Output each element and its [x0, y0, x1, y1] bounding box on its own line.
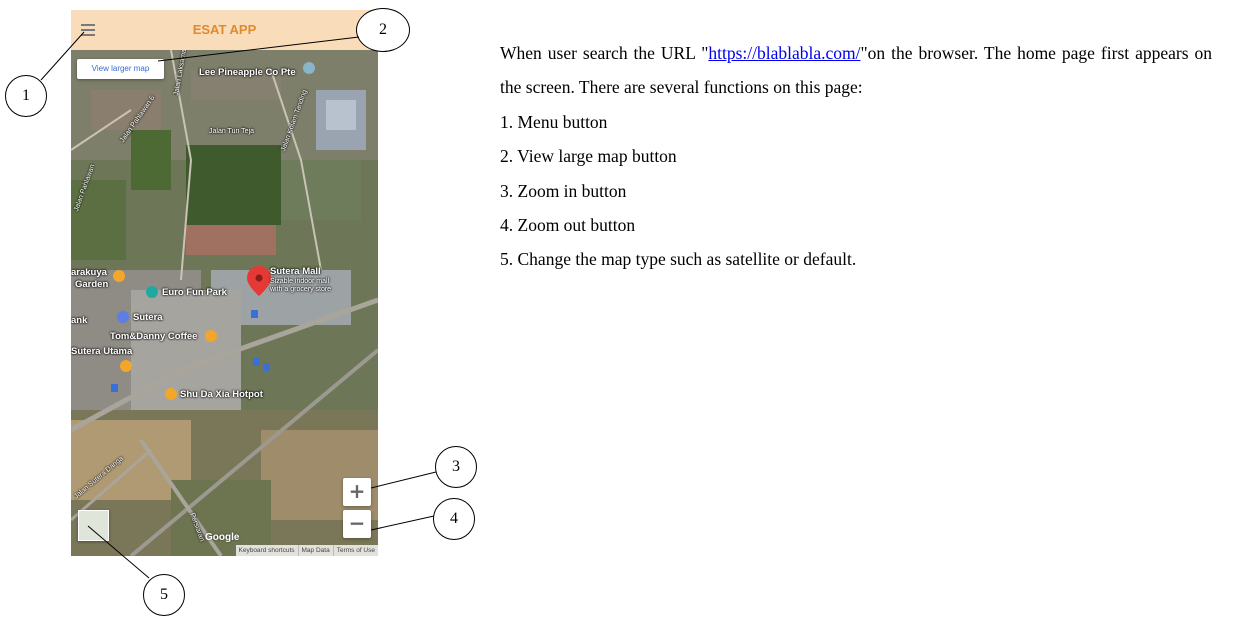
zoom-out-button[interactable]: −: [343, 510, 371, 538]
place-label[interactable]: Tom&Danny Coffee: [110, 331, 197, 342]
place-label[interactable]: Euro Fun Park: [162, 287, 227, 298]
place-label[interactable]: arakuya: [71, 267, 107, 278]
callout-4: 4: [433, 498, 475, 540]
place-label[interactable]: Sutera Mall: [270, 266, 321, 277]
list-item: 4. Zoom out button: [500, 215, 636, 236]
list-item: 3. Zoom in button: [500, 180, 627, 201]
description-intro: When user search the URL "https://blabla…: [500, 43, 1212, 98]
place-label[interactable]: Lee Pineapple Co Pte: [199, 67, 296, 78]
map-data-link[interactable]: Map Data: [297, 545, 333, 556]
list-item: 5. Change the map type such as satellite…: [500, 249, 857, 270]
figure-stage: ESAT APP View larger map Lee Pineapple C…: [0, 0, 1240, 625]
list-item: 1. Menu button: [500, 111, 608, 132]
app-title: ESAT APP: [192, 22, 257, 37]
list-item: 2. View large map button: [500, 146, 677, 167]
keyboard-shortcuts-link[interactable]: Keyboard shortcuts: [236, 545, 298, 556]
view-larger-map-button[interactable]: View larger map: [77, 59, 164, 79]
place-description: with a grocery store: [270, 286, 332, 293]
place-label[interactable]: Garden: [75, 279, 108, 290]
map-attribution: Keyboard shortcuts Map Data Terms of Use: [235, 545, 378, 556]
app-header: ESAT APP: [71, 10, 378, 50]
place-label[interactable]: Shu Da Xia Hotpot: [180, 389, 263, 400]
terms-of-use-link[interactable]: Terms of Use: [332, 545, 378, 556]
zoom-in-button[interactable]: +: [343, 478, 371, 506]
place-description: Sizable indoor mall: [270, 278, 330, 285]
callout-2: 2: [356, 8, 410, 52]
description-text: When user search the URL "https://blabla…: [500, 36, 1212, 277]
place-label[interactable]: Sutera Utama: [71, 346, 132, 357]
map-type-toggle-button[interactable]: [78, 510, 109, 541]
place-label[interactable]: Sutera: [133, 312, 163, 323]
road-label: Jalan Tun Teja: [209, 128, 255, 135]
callout-5: 5: [143, 574, 185, 616]
callout-1: 1: [5, 75, 47, 117]
url-link[interactable]: https://blablabla.com/: [708, 43, 860, 63]
satellite-map[interactable]: View larger map Lee Pineapple Co Pte Sut…: [71, 41, 378, 556]
google-logo: Google: [205, 532, 240, 543]
map-imagery: [71, 50, 378, 556]
app-screen: ESAT APP View larger map Lee Pineapple C…: [71, 10, 378, 556]
place-label[interactable]: ank: [71, 315, 87, 326]
callout-3: 3: [435, 446, 477, 488]
